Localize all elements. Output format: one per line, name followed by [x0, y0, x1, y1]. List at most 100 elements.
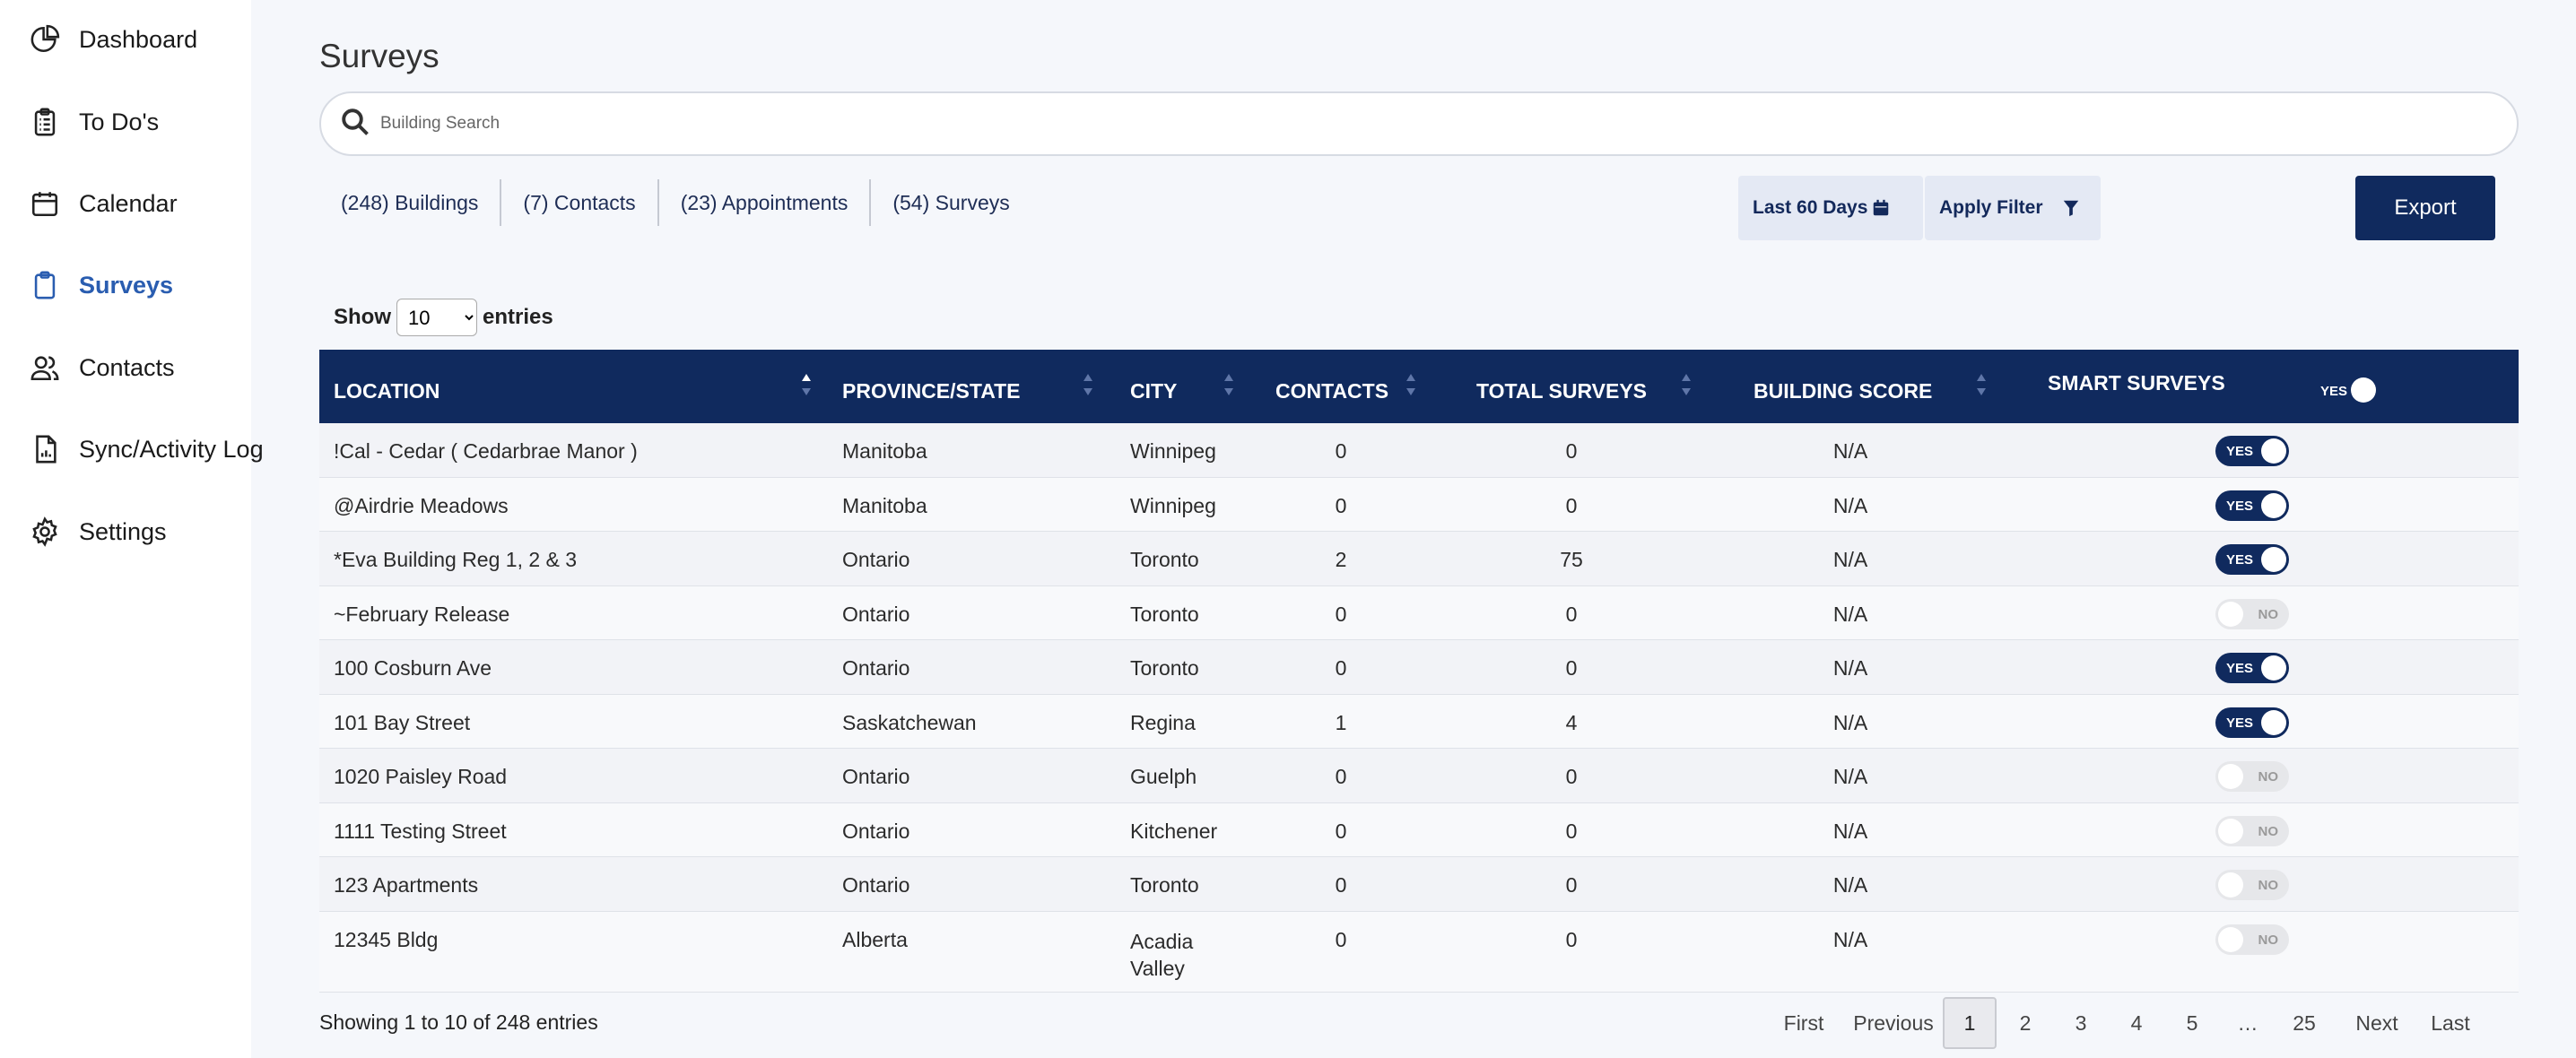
cell-total-surveys: 0	[1565, 819, 1578, 843]
apply-filter-button[interactable]: Apply Filter	[1925, 176, 2101, 240]
export-button[interactable]: Export	[2355, 176, 2495, 240]
table-row[interactable]: 101 Bay Street Saskatchewan Regina 1 4 N/A YES	[319, 694, 2519, 749]
smart-survey-toggle[interactable]: YES	[2215, 436, 2289, 466]
cell-province: Ontario	[842, 765, 910, 788]
nav-item-contacts[interactable]: Contacts	[27, 341, 175, 395]
cell-building-score: N/A	[1832, 548, 1868, 571]
cell-contacts: 0	[1335, 439, 1347, 463]
cell-contacts: 0	[1335, 927, 1347, 951]
cell-building-score: N/A	[1832, 602, 1868, 626]
col-province[interactable]: PROVINCE/STATE	[842, 350, 1021, 423]
cell-building-score: N/A	[1832, 439, 1868, 463]
cell-building-score: N/A	[1832, 765, 1868, 788]
toggle-label: YES	[2226, 715, 2254, 731]
toggle-knob	[2261, 492, 2286, 518]
table-row[interactable]: !Cal - Cedar ( Cedarbrae Manor ) Manitoba…	[319, 423, 2519, 478]
cell-total-surveys: 0	[1565, 656, 1578, 680]
table-row[interactable]: @Airdrie Meadows Manitoba Winnipeg 0 0 N/A YES	[319, 477, 2519, 532]
page-25[interactable]: 25	[2275, 997, 2334, 1049]
cell-province: Manitoba	[842, 493, 927, 517]
cell-contacts: 0	[1335, 819, 1347, 843]
sort-icon[interactable]	[1223, 371, 1235, 398]
tab-surveys[interactable]: (54) Surveys	[871, 179, 1031, 226]
smart-survey-toggle[interactable]: YES	[2215, 544, 2289, 575]
page-previous[interactable]: Previous	[1835, 997, 1952, 1049]
header-toggle-label: YES	[2320, 384, 2348, 399]
smart-survey-toggle[interactable]: NO	[2215, 598, 2289, 629]
buildings-table: LOCATION PROVINCE/STATE CITY CONTACTS TO…	[319, 350, 2519, 993]
cell-province: Alberta	[842, 927, 908, 951]
page-4[interactable]: 4	[2110, 997, 2163, 1049]
search-bar[interactable]	[319, 91, 2519, 156]
toggle-label: NO	[2258, 769, 2279, 785]
toggle-label: NO	[2258, 606, 2279, 622]
cell-total-surveys: 0	[1565, 927, 1578, 951]
smart-survey-toggle[interactable]: YES	[2215, 653, 2289, 683]
toggle-knob	[2218, 872, 2243, 898]
smart-survey-toggle[interactable]: NO	[2215, 761, 2289, 792]
toggle-knob	[2218, 601, 2243, 627]
col-location[interactable]: LOCATION	[334, 350, 439, 423]
col-total-surveys[interactable]: TOTAL SURVEYS	[1476, 350, 1647, 423]
table-row[interactable]: 12345 Bldg Alberta Acadia Valley 0 0 N/A NO	[319, 911, 2519, 993]
nav-label: Sync/Activity Log	[79, 435, 264, 463]
cell-location: @Airdrie Meadows	[334, 493, 509, 517]
table-row[interactable]: 123 Apartments Ontario Toronto 0 0 N/A NO	[319, 857, 2519, 912]
table-row[interactable]: 1111 Testing Street Ontario Kitchener 0 0 N/A…	[319, 802, 2519, 857]
table-row[interactable]: ~February Release Ontario Toronto 0 0 N/A NO	[319, 585, 2519, 640]
col-contacts[interactable]: CONTACTS	[1275, 350, 1388, 423]
table-row[interactable]: 1020 Paisley Road Ontario Guelph 0 0 N/A NO	[319, 749, 2519, 803]
nav-item-settings[interactable]: Settings	[27, 505, 167, 559]
toggle-label: NO	[2258, 932, 2279, 948]
cell-total-surveys: 75	[1560, 548, 1583, 571]
sort-icon[interactable]	[1975, 371, 1988, 398]
sort-icon[interactable]	[1405, 371, 1417, 398]
toggle-label: NO	[2258, 823, 2279, 839]
col-city[interactable]: CITY	[1130, 350, 1177, 423]
sort-asc-icon[interactable]	[800, 371, 813, 398]
page-5[interactable]: 5	[2165, 997, 2219, 1049]
smart-survey-toggle[interactable]: NO	[2215, 924, 2289, 955]
nav-label: Calendar	[79, 189, 178, 217]
toggle-knob	[2261, 655, 2286, 681]
smart-surveys-header-toggle[interactable]: YES	[2320, 375, 2394, 405]
smart-survey-toggle[interactable]: YES	[2215, 490, 2289, 521]
page-1[interactable]: 1	[1943, 997, 1997, 1049]
table-row[interactable]: 100 Cosburn Ave Ontario Toronto 0 0 N/A YES	[319, 640, 2519, 695]
page-2[interactable]: 2	[1998, 997, 2052, 1049]
main-content: Surveys (248) Buildings (7) Contacts (23…	[251, 0, 2576, 1058]
cell-location: 101 Bay Street	[334, 710, 471, 734]
cell-location: !Cal - Cedar ( Cedarbrae Manor )	[334, 439, 638, 463]
users-icon	[27, 350, 63, 386]
smart-survey-toggle[interactable]: NO	[2215, 870, 2289, 900]
entries-select[interactable]: 10	[396, 299, 477, 336]
gear-icon	[27, 514, 63, 550]
smart-survey-toggle[interactable]: NO	[2215, 815, 2289, 846]
cell-location: 1111 Testing Street	[334, 819, 507, 843]
smart-survey-toggle[interactable]: YES	[2215, 707, 2289, 738]
sort-icon[interactable]	[1680, 371, 1693, 398]
cell-province: Ontario	[842, 873, 910, 897]
table-row[interactable]: *Eva Building Reg 1, 2 & 3 Ontario Toronto…	[319, 532, 2519, 586]
col-building-score[interactable]: BUILDING SCORE	[1754, 350, 1932, 423]
toggle-knob	[2261, 438, 2286, 464]
nav-label: Dashboard	[79, 25, 198, 53]
page-next[interactable]: Next	[2339, 997, 2415, 1049]
nav-item-calendar[interactable]: Calendar	[27, 177, 178, 230]
col-smart-surveys: SMART SURVEYS	[2048, 370, 2225, 395]
nav-item-surveys[interactable]: Surveys	[27, 258, 173, 312]
nav-item-sync-activity-log[interactable]: Sync/Activity Log	[27, 422, 264, 476]
page-3[interactable]: 3	[2054, 997, 2108, 1049]
cell-contacts: 0	[1335, 765, 1347, 788]
calendar-icon	[27, 186, 63, 221]
tab-appointments[interactable]: (23) Appointments	[659, 179, 872, 226]
tab-buildings[interactable]: (248) Buildings	[319, 179, 502, 226]
tab-contacts[interactable]: (7) Contacts	[501, 179, 659, 226]
cell-location: 1020 Paisley Road	[334, 765, 508, 788]
nav-item-todos[interactable]: To Do's	[27, 95, 159, 149]
nav-item-dashboard[interactable]: Dashboard	[27, 13, 197, 66]
page-last[interactable]: Last	[2415, 997, 2486, 1049]
date-range-button[interactable]: Last 60 Days	[1738, 176, 1923, 240]
sort-icon[interactable]	[1082, 371, 1094, 398]
search-input[interactable]	[380, 114, 2443, 134]
